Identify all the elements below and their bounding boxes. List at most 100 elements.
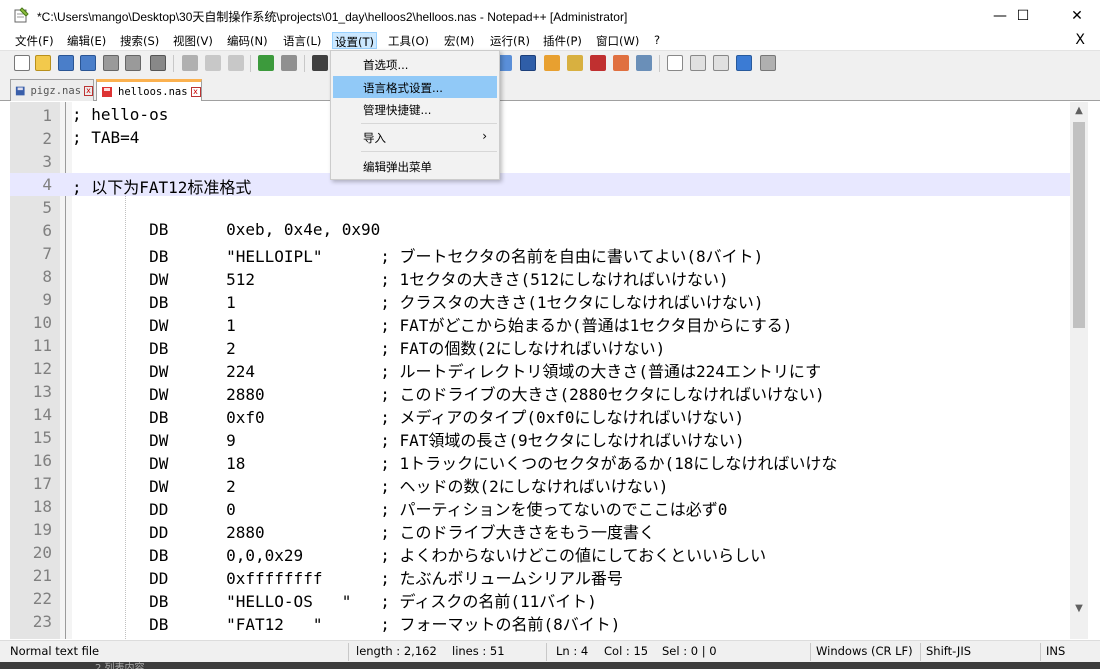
code-line[interactable]: 1 ; hello-os <box>10 104 1070 127</box>
show-all-characters-icon[interactable] <box>520 55 536 71</box>
run-macro-multiple-icon[interactable] <box>736 55 752 71</box>
menu-item-shortcut-mapper[interactable]: 管理快捷键... <box>333 98 497 120</box>
close-document-icon[interactable]: X <box>1073 32 1087 48</box>
toolbar-separator <box>250 55 251 72</box>
menu-item-import[interactable]: 导入 › <box>333 126 497 148</box>
status-separator <box>546 643 547 661</box>
undo-icon[interactable] <box>258 55 274 71</box>
stop-macro-icon[interactable] <box>690 55 706 71</box>
settings-dropdown-menu: 首选项... 语言格式设置... 管理快捷键... 导入 › 编辑弹出菜单 <box>330 50 500 180</box>
code-line[interactable]: 12 DW 224 ; ルートディレクトリ領域の大きさ(普通は224エントリにす <box>10 357 1070 381</box>
menu-separator <box>361 151 497 152</box>
tab-close-icon[interactable]: x <box>190 86 201 97</box>
scrollbar-thumb[interactable] <box>1073 122 1085 328</box>
saved-file-icon <box>15 86 25 95</box>
line-number: 23 <box>32 612 52 631</box>
code-text: DW 224 ; ルートディレクトリ領域の大きさ(普通は224エントリにす <box>72 362 822 381</box>
menu-language[interactable]: 语言(L) <box>281 33 323 49</box>
menu-file[interactable]: 文件(F) <box>13 33 56 49</box>
print-icon[interactable] <box>150 55 166 71</box>
copy-icon[interactable] <box>205 55 221 71</box>
line-number: 13 <box>32 382 52 401</box>
code-line[interactable]: 18 DD 0 ; パーティションを使ってないのでここは必ず0 <box>10 495 1070 519</box>
code-line[interactable]: 19 DD 2880 ; このドライブ大きさをもう一度書く <box>10 518 1070 542</box>
tab-close-icon[interactable]: x <box>84 85 93 96</box>
code-line[interactable]: 3 <box>10 150 1070 173</box>
save-all-icon[interactable] <box>80 55 96 71</box>
code-line[interactable]: 21 DD 0xffffffff ; たぶんボリュームシリアル番号 <box>10 564 1070 588</box>
line-number: 9 <box>42 290 52 309</box>
code-line[interactable]: 8 DW 512 ; 1セクタの大きさ(512にしなければいけない) <box>10 265 1070 289</box>
menu-search[interactable]: 搜索(S) <box>118 33 161 49</box>
code-text: DD 0xffffffff ; たぶんボリュームシリアル番号 <box>72 569 623 588</box>
redo-icon[interactable] <box>281 55 297 71</box>
open-file-icon[interactable] <box>35 55 51 71</box>
code-line[interactable]: 20 DB 0,0,0x29 ; よくわからないけどこの値にしておくといいらしい <box>10 541 1070 565</box>
code-line[interactable]: 5 <box>10 196 1070 219</box>
find-icon[interactable] <box>312 55 328 71</box>
menu-edit[interactable]: 编辑(E) <box>65 33 108 49</box>
code-text: DW 9 ; FAT領域の長さ(9セクタにしなければいけない) <box>72 431 745 450</box>
menu-macro[interactable]: 宏(M) <box>442 33 476 49</box>
code-line[interactable]: 4 ; 以下为FAT12标准格式 <box>10 173 1070 197</box>
vertical-scrollbar[interactable]: ▲ ▼ <box>1070 102 1088 639</box>
code-line[interactable]: 15 DW 9 ; FAT領域の長さ(9セクタにしなければいけない) <box>10 426 1070 450</box>
tab-pigz[interactable]: pigz.nas x <box>10 79 94 101</box>
close-file-icon[interactable] <box>103 55 119 71</box>
status-eol: Windows (CR LF) <box>816 644 913 658</box>
code-line[interactable]: 17 DW 2 ; ヘッドの数(2にしなければいけない) <box>10 472 1070 496</box>
code-line[interactable]: 6 DB 0xeb, 0x4e, 0x90 <box>10 219 1070 242</box>
menu-help[interactable]: ? <box>652 33 662 47</box>
indent-guide-icon[interactable] <box>544 55 560 71</box>
menu-item-preferences[interactable]: 首选项... <box>333 53 497 75</box>
code-line[interactable]: 14 DB 0xf0 ; メディアのタイプ(0xf0にしなければいけない) <box>10 403 1070 427</box>
menu-run[interactable]: 运行(R) <box>488 33 532 49</box>
scroll-up-icon[interactable]: ▲ <box>1070 102 1088 120</box>
menu-plugins[interactable]: 插件(P) <box>541 33 584 49</box>
menu-window[interactable]: 窗口(W) <box>594 33 641 49</box>
code-line[interactable]: 16 DW 18 ; 1トラックにいくつのセクタがあるか(18にしなければいけな <box>10 449 1070 473</box>
code-line[interactable]: 9 DB 1 ; クラスタの大きさ(1セクタにしなければいけない) <box>10 288 1070 312</box>
language-icon[interactable] <box>567 55 583 71</box>
save-icon[interactable] <box>58 55 74 71</box>
tab-bar: pigz.nas x helloos.nas x <box>0 75 1100 101</box>
monitor-icon[interactable] <box>636 55 652 71</box>
cut-icon[interactable] <box>182 55 198 71</box>
maximize-button[interactable]: ☐ <box>1000 0 1046 31</box>
tab-helloos[interactable]: helloos.nas x <box>96 79 202 101</box>
line-number: 11 <box>32 336 52 355</box>
status-col: Col : 15 <box>604 644 649 658</box>
scroll-down-icon[interactable]: ▼ <box>1070 600 1088 618</box>
save-macro-icon[interactable] <box>760 55 776 71</box>
toolbar <box>0 50 1100 75</box>
code-editor[interactable]: − 1; hello-os2; TAB=434; 以下为FAT12标准格式56 … <box>10 102 1070 639</box>
code-text: DW 2 ; ヘッドの数(2にしなければいけない) <box>72 477 669 496</box>
unsaved-file-icon <box>102 86 112 97</box>
left-edge <box>0 102 10 639</box>
code-line[interactable]: 11 DB 2 ; FATの個数(2にしなければいけない) <box>10 334 1070 358</box>
line-number: 22 <box>32 589 52 608</box>
new-file-icon[interactable] <box>14 55 30 71</box>
code-line[interactable]: 7 DB "HELLOIPL" ; ブートセクタの名前を自由に書いてよい(8バイ… <box>10 242 1070 266</box>
code-line[interactable]: 13 DW 2880 ; このドライブの大きさ(2880セクタにしなければいけな… <box>10 380 1070 404</box>
menu-view[interactable]: 视图(V) <box>171 33 215 49</box>
menu-settings[interactable]: 设置(T) <box>332 32 377 49</box>
document-map-icon[interactable] <box>590 55 606 71</box>
menu-item-style-configurator[interactable]: 语言格式设置... <box>333 76 497 98</box>
folder-workspace-icon[interactable] <box>613 55 629 71</box>
title-bar: *C:\Users\mango\Desktop\30天自制操作系统\projec… <box>0 0 1100 31</box>
menu-tools[interactable]: 工具(O) <box>386 33 431 49</box>
close-button[interactable]: ✕ <box>1054 0 1100 31</box>
menu-item-edit-popup-menu[interactable]: 编辑弹出菜单 <box>333 155 497 177</box>
code-line[interactable]: 22 DB "HELLO-OS " ; ディスクの名前(11バイト) <box>10 587 1070 611</box>
code-line[interactable]: 23 DB "FAT12 " ; フォーマットの名前(8バイト) <box>10 610 1070 634</box>
record-macro-icon[interactable] <box>667 55 683 71</box>
play-macro-icon[interactable] <box>713 55 729 71</box>
line-number: 20 <box>32 543 52 562</box>
code-line[interactable]: 10 DW 1 ; FATがどこから始まるか(普通は1セクタ目からにする) <box>10 311 1070 335</box>
code-line[interactable]: 2 ; TAB=4 <box>10 127 1070 150</box>
paste-icon[interactable] <box>228 55 244 71</box>
menu-encoding[interactable]: 编码(N) <box>225 33 270 49</box>
code-text: DW 512 ; 1セクタの大きさ(512にしなければいけない) <box>72 270 729 289</box>
close-all-icon[interactable] <box>125 55 141 71</box>
